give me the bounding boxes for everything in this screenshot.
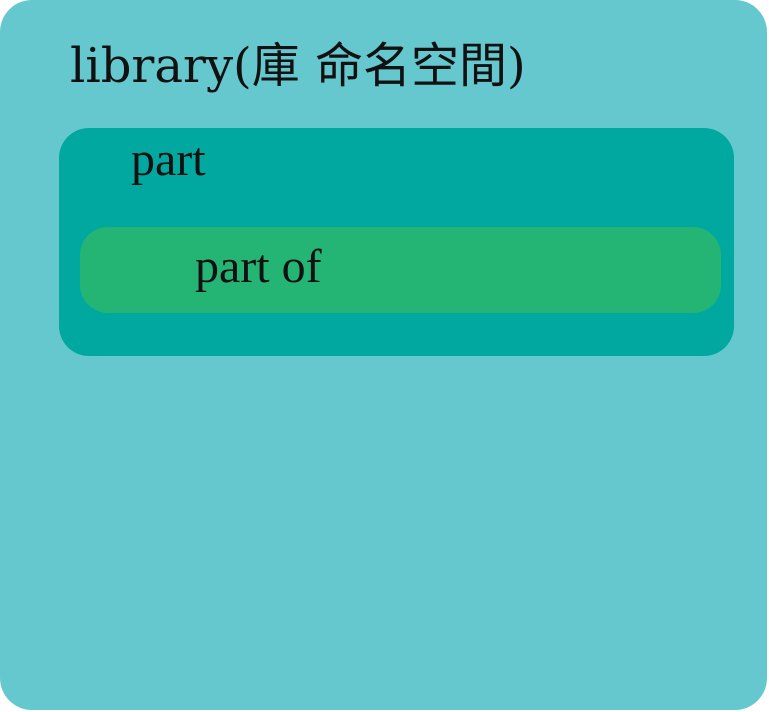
- part-of-container: part of: [80, 227, 721, 313]
- part-container: part part of: [59, 128, 734, 356]
- part-label: part: [131, 133, 206, 186]
- library-namespace-title: library(庫 命名空間): [70, 38, 526, 94]
- part-of-label: part of: [195, 240, 322, 293]
- library-namespace-container: library(庫 命名空間) part part of: [0, 0, 767, 710]
